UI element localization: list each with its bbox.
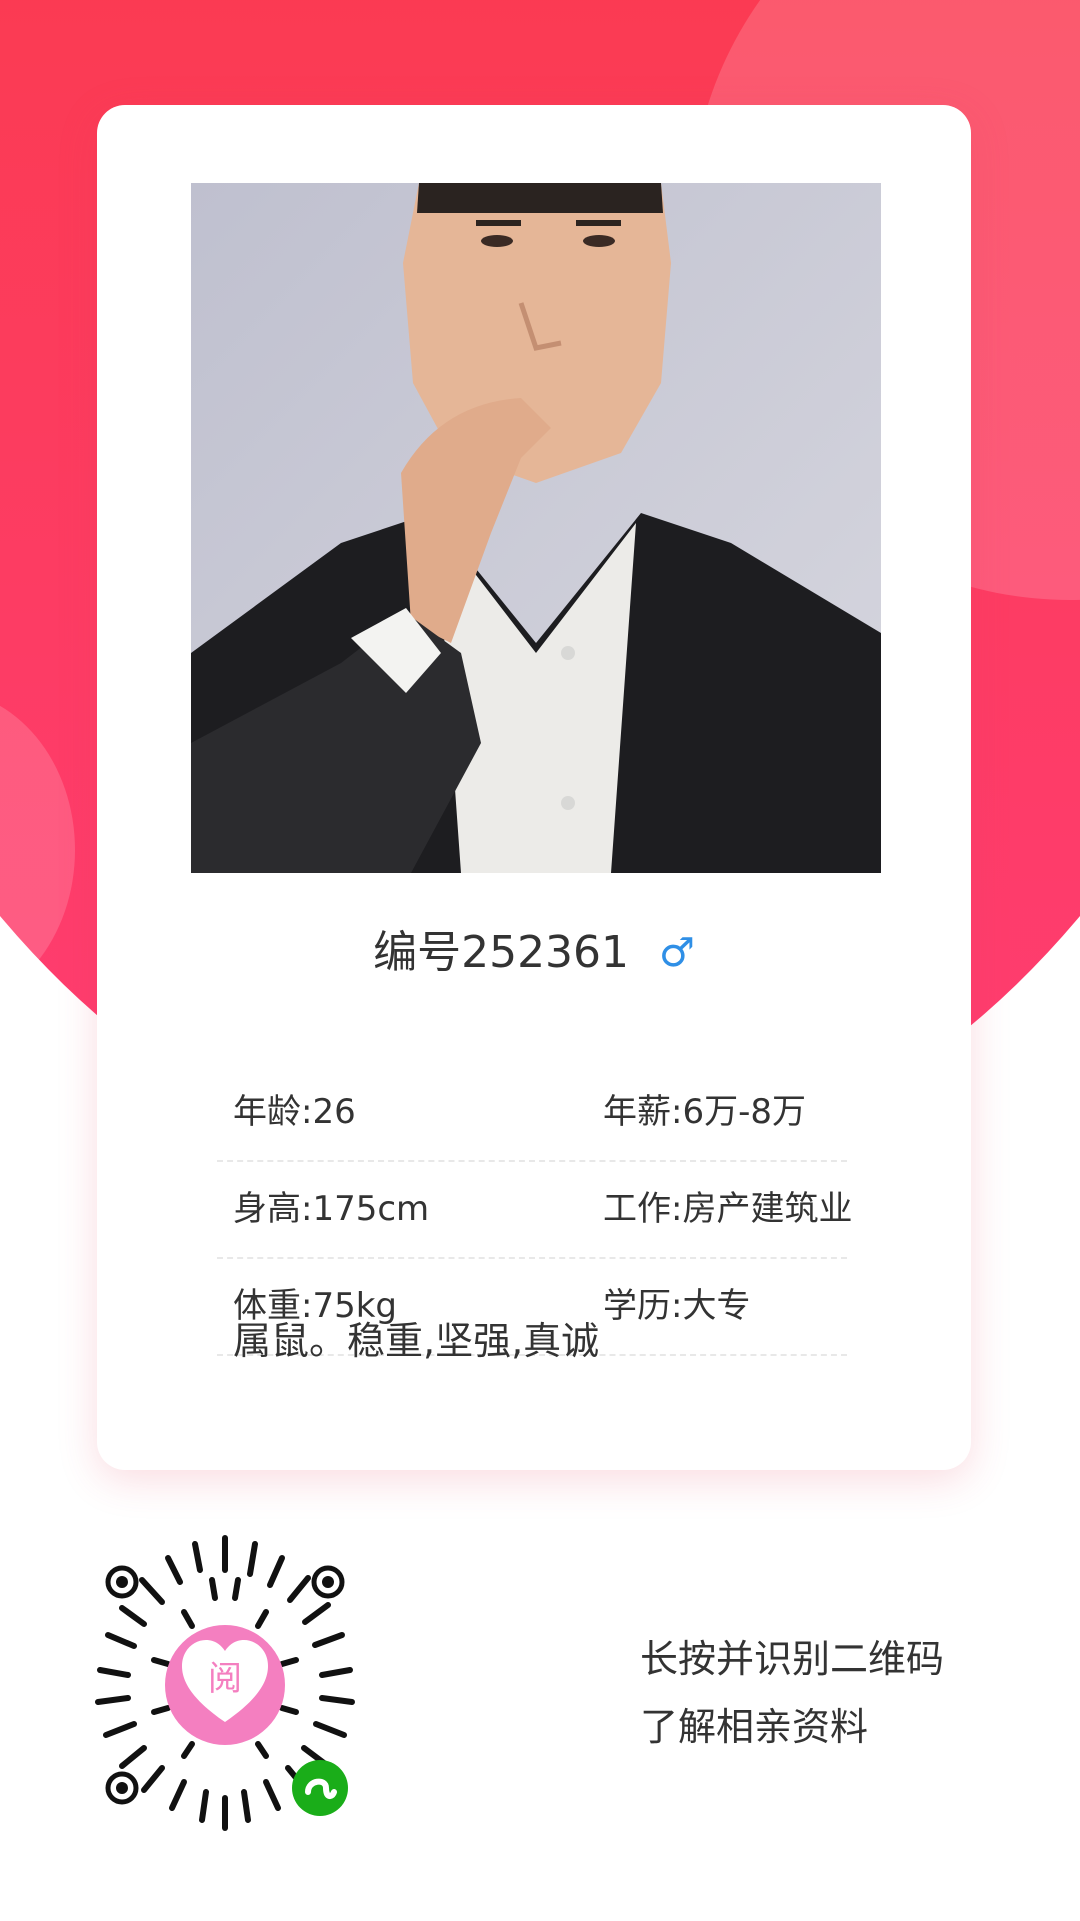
salary-field: 年薪:6万-8万: [603, 1092, 806, 1132]
education-field: 学历:大专: [603, 1286, 751, 1326]
info-row: 身高:175cm 工作:房产建筑业: [217, 1162, 852, 1259]
qr-instruction-line1: 长按并识别二维码: [640, 1637, 945, 1681]
profile-photo[interactable]: [191, 183, 881, 873]
mini-program-qr-code[interactable]: 阅: [70, 1530, 380, 1840]
qr-instruction: 长按并识别二维码 了解相亲资料: [640, 1625, 944, 1761]
profile-title-row: 编号252361 ♂: [97, 917, 971, 987]
profile-card: 编号252361 ♂ 年龄:26 年薪:6万-8万 身高:175cm 工作:房产建…: [97, 105, 971, 1470]
qr-code-icon: 阅: [95, 1535, 355, 1831]
qr-center-glyph: 阅: [208, 1659, 242, 1699]
age-field: 年龄:26: [233, 1092, 356, 1132]
profile-intro: 属鼠。稳重,坚强,真诚: [233, 1319, 600, 1363]
height-field: 身高:175cm: [233, 1189, 430, 1229]
info-row: 年龄:26 年薪:6万-8万: [217, 1065, 847, 1162]
job-field: 工作:房产建筑业: [603, 1189, 853, 1229]
portrait-photo-icon: [191, 183, 881, 873]
profile-id-title: 编号252361: [373, 926, 630, 978]
male-gender-icon: ♂: [659, 929, 695, 976]
qr-instruction-line2: 了解相亲资料: [640, 1705, 869, 1749]
